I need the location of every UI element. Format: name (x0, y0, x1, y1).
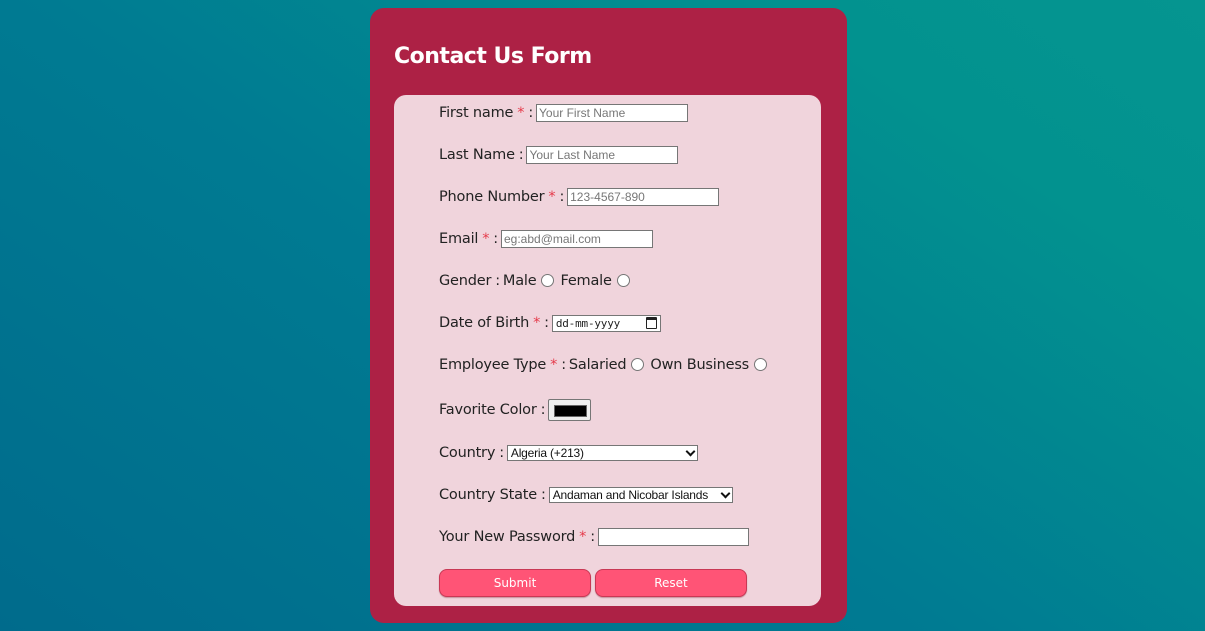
colon: : (540, 402, 546, 418)
required-marker: * (548, 189, 556, 205)
colon: : (499, 445, 504, 461)
employee-type-salaried-label: Salaried (568, 357, 627, 373)
calendar-icon[interactable] (645, 317, 657, 329)
employee-type-salaried-radio[interactable] (631, 357, 645, 371)
country-state-label: Country State (439, 487, 537, 503)
last-name-row: Last Name : (439, 144, 679, 166)
phone-row: Phone Number * : (439, 186, 720, 208)
required-marker: * (482, 231, 490, 247)
colon: : (493, 231, 498, 247)
last-name-label: Last Name (439, 147, 515, 163)
gender-label: Gender (439, 273, 492, 289)
colon: : (544, 315, 549, 331)
required-marker: * (517, 105, 525, 121)
phone-input[interactable] (567, 188, 720, 206)
colon: : (528, 105, 533, 121)
required-marker: * (579, 529, 587, 545)
submit-button[interactable]: Submit (439, 569, 591, 597)
country-state-row: Country State : Andaman and Nicobar Isla… (439, 484, 733, 506)
country-state-selected-value: Andaman and Nicobar Islands (552, 488, 709, 502)
reset-button[interactable]: Reset (595, 569, 747, 597)
country-state-select[interactable]: Andaman and Nicobar Islands (548, 487, 733, 503)
employee-type-row: Employee Type * : Salaried Own Business (439, 354, 773, 376)
required-marker: * (533, 315, 541, 331)
colon: : (495, 273, 500, 289)
favorite-color-picker[interactable] (548, 399, 592, 421)
email-row: Email * : (439, 228, 653, 250)
first-name-row: First name * : (439, 102, 688, 124)
employee-type-own-business-radio[interactable] (754, 357, 768, 371)
colon: : (518, 147, 524, 163)
country-selected-value: Algeria (+213) (510, 446, 584, 460)
email-input[interactable] (500, 230, 653, 248)
last-name-input[interactable] (526, 146, 679, 164)
dob-label: Date of Birth (439, 315, 530, 331)
country-label: Country (439, 445, 496, 461)
password-input[interactable] (597, 528, 749, 546)
employee-type-label: Employee Type (439, 357, 547, 373)
dob-placeholder: dd-mm-yyyy (555, 316, 621, 330)
gender-option-female-label: Female (560, 273, 612, 289)
dob-row: Date of Birth * : dd-mm-yyyy (439, 312, 661, 334)
gender-option-male-label: Male (502, 273, 537, 289)
country-select[interactable]: Algeria (+213) (506, 445, 698, 461)
colon: : (559, 189, 565, 205)
phone-label: Phone Number (439, 189, 545, 205)
chevron-down-icon (685, 446, 696, 456)
color-swatch (554, 405, 588, 417)
favorite-color-label: Favorite Color (439, 402, 537, 418)
required-marker: * (550, 357, 558, 373)
first-name-label: First name (439, 105, 514, 121)
colon: : (541, 487, 546, 503)
email-label: Email (439, 231, 479, 247)
gender-row: Gender : Male Female (439, 270, 636, 292)
form-title: Contact Us Form (394, 44, 592, 69)
country-row: Country : Algeria (+213) (439, 442, 698, 464)
favorite-color-row: Favorite Color : (439, 399, 592, 421)
gender-female-radio[interactable] (616, 273, 630, 287)
colon: : (590, 529, 595, 545)
colon: : (561, 357, 566, 373)
password-row: Your New Password * : (439, 526, 749, 548)
first-name-input[interactable] (536, 104, 688, 122)
chevron-down-icon (720, 488, 731, 498)
gender-male-radio[interactable] (541, 273, 555, 287)
employee-type-own-business-label: Own Business (650, 357, 750, 373)
dob-date-input[interactable]: dd-mm-yyyy (551, 314, 661, 332)
password-label: Your New Password (439, 529, 576, 545)
